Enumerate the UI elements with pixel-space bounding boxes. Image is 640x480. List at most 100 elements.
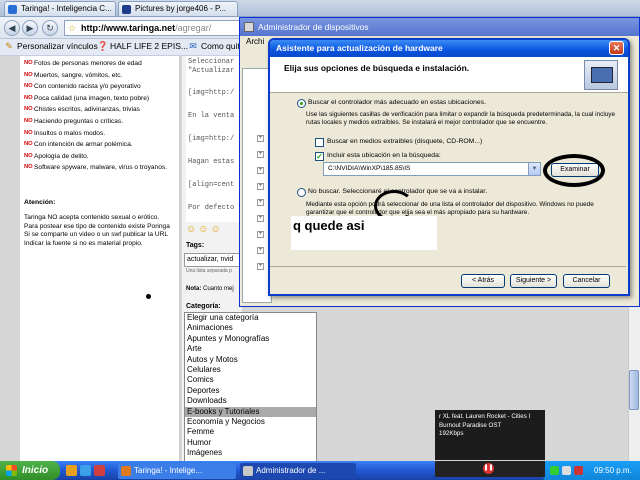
rule-item: Apología de delito.	[24, 151, 174, 163]
category-option[interactable]: Humor	[185, 438, 316, 448]
address-bar[interactable]: ☆ http://www.taringa.net/agregar/	[64, 20, 244, 36]
category-option[interactable]: Downloads	[185, 396, 316, 406]
media-player-popup: r XL feat. Lauren Rocket - Cities I Burn…	[435, 410, 545, 460]
category-option[interactable]: Arte	[185, 344, 316, 354]
category-option[interactable]: Animaciones	[185, 323, 316, 333]
device-manager-icon	[243, 466, 253, 476]
tree-expand-icon[interactable]: +	[257, 247, 264, 254]
removable-media-label[interactable]: Buscar en medios extraíbles (disquete, C…	[327, 138, 482, 145]
taskbar-button-devmgr[interactable]: Administrador de ...	[240, 463, 356, 479]
network-icon[interactable]	[550, 466, 559, 475]
category-option[interactable]: Celulares	[185, 365, 316, 375]
system-tray: 09:50 p.m.	[543, 461, 640, 480]
tree-expand-icon[interactable]: +	[257, 199, 264, 206]
forward-icon[interactable]: ▶	[22, 20, 38, 36]
nosearch-radio[interactable]	[297, 188, 306, 197]
star-icon[interactable]: ☆	[68, 21, 76, 35]
policy-line: Si se comparte un video o un swf publica…	[24, 231, 169, 239]
bookmark-personalizar[interactable]: ✎ Personalizar vínculos	[4, 41, 98, 51]
category-option[interactable]: Elegir una categoría	[185, 313, 316, 323]
photobucket-icon	[122, 5, 131, 14]
rules-sidebar: Fotos de personas menores de edad Muerto…	[20, 56, 180, 461]
tags-label: Tags:	[186, 242, 205, 249]
bookmark-half-life[interactable]: ❓ HALF LIFE 2 EPIS...	[97, 41, 188, 51]
editor-line: Seleccionar	[188, 58, 235, 66]
device-manager-titlebar: Administrador de dispositivos	[240, 18, 639, 36]
close-icon[interactable]: ✕	[609, 41, 624, 55]
bookmark-como-quit[interactable]: ✉ Como quit	[188, 41, 240, 51]
firefox-icon[interactable]	[66, 465, 77, 476]
category-option[interactable]: Imágenes	[185, 448, 316, 458]
security-icon[interactable]	[574, 466, 583, 475]
search-option-label[interactable]: Buscar el controlador más adecuado en es…	[308, 99, 486, 106]
nosearch-option-desc: Mediante esta opción podrá seleccionar d…	[306, 201, 594, 217]
wizard-title: Asistente para actualización de hardware	[270, 40, 628, 57]
removable-media-checkbox[interactable]	[315, 138, 324, 147]
tab-photobucket[interactable]: Pictures by jorge406 - P...	[118, 1, 238, 16]
taskbar-button-label: Administrador de ...	[256, 466, 326, 475]
tree-expand-icon[interactable]: +	[257, 231, 264, 238]
media-icon[interactable]	[94, 465, 105, 476]
editor-line: En la venta	[188, 112, 235, 120]
pause-icon[interactable]: ❚❚	[483, 463, 494, 474]
atencion-title: Atención:	[24, 199, 56, 206]
cancel-button[interactable]: Cancelar	[563, 274, 610, 288]
start-label: Inicio	[22, 465, 49, 476]
policy-line: Taringa NO acepta contenido sexual o eró…	[24, 214, 160, 221]
track-title: r XL feat. Lauren Rocket - Cities I	[439, 413, 531, 420]
rule-item: Muertos, sangre, vómitos, etc.	[24, 70, 174, 82]
nota-label: Nota:	[186, 286, 202, 292]
mouse-dot	[146, 294, 151, 299]
categoria-listbox[interactable]: Elegir una categoría Animaciones Apuntes…	[184, 312, 317, 462]
category-option[interactable]: Deportes	[185, 386, 316, 396]
device-manager-menu[interactable]: Archi	[240, 37, 264, 46]
category-option-selected[interactable]: E-books y Tutoriales	[185, 406, 316, 417]
wizard-heading: Elija sus opciones de búsqueda e instala…	[284, 63, 470, 73]
editor-line: Por defecto	[188, 204, 235, 212]
start-button[interactable]: Inicio	[0, 461, 60, 480]
back-button[interactable]: < Atrás	[461, 274, 505, 288]
next-button[interactable]: Siguiente >	[510, 274, 557, 288]
tree-expand-icon[interactable]: +	[257, 151, 264, 158]
tags-input[interactable]: actualizar, nvid	[184, 253, 240, 267]
rule-item: Software spyware, malware, virus o troya…	[24, 162, 174, 174]
category-option[interactable]: Femme	[185, 427, 316, 437]
firefox-icon	[121, 466, 131, 476]
post-body-editor[interactable]: Seleccionar "Actualizar [img=http:/ En l…	[186, 56, 242, 222]
tree-expand-icon[interactable]: +	[257, 215, 264, 222]
category-option[interactable]: Autos y Motos	[185, 355, 316, 365]
smiley-icon[interactable]: ☺	[186, 224, 198, 235]
emoticon-bar[interactable]: ☺☺☺	[186, 224, 223, 235]
taskbar-button-taringa[interactable]: Taringa! - Intelige...	[118, 463, 236, 479]
include-location-checkbox[interactable]: ✓	[315, 152, 324, 161]
tab-label: Taringa! - Inteligencia C...	[21, 4, 112, 13]
rule-item: Fotos de personas menores de edad	[24, 58, 174, 70]
category-option[interactable]: Apuntes y Monografías	[185, 334, 316, 344]
search-radio[interactable]	[297, 99, 306, 108]
track-album: Burnout Paradise OST	[439, 421, 502, 429]
tree-expand-icon[interactable]: +	[257, 183, 264, 190]
page-scrollbar-thumb[interactable]	[629, 370, 639, 410]
category-option[interactable]: Economía y Negocios	[185, 417, 316, 427]
desktop-icon[interactable]	[80, 465, 91, 476]
chevron-down-icon[interactable]: ▼	[528, 163, 540, 175]
policy-text: Taringa NO acepta contenido sexual o eró…	[24, 214, 176, 248]
taskbar-button-label: Taringa! - Intelige...	[134, 466, 203, 475]
include-location-label[interactable]: Incluir esta ubicación en la búsqueda:	[327, 152, 441, 159]
smiley-icon[interactable]: ☺	[210, 224, 222, 235]
category-option[interactable]: Comics	[185, 375, 316, 385]
windows-logo-icon	[6, 465, 17, 476]
back-icon[interactable]: ◀	[4, 20, 20, 36]
help-icon: ❓	[97, 41, 109, 51]
smiley-icon[interactable]: ☺	[198, 224, 210, 235]
tab-taringa[interactable]: Taringa! - Inteligencia C...	[4, 1, 116, 16]
categoria-label: Categoría:	[186, 303, 221, 310]
reload-icon[interactable]: ↻	[42, 20, 58, 36]
rule-item: Con intención de armar polémica.	[24, 139, 174, 151]
tree-expand-icon[interactable]: +	[257, 135, 264, 142]
tree-expand-icon[interactable]: +	[257, 263, 264, 270]
editor-line: Hagan estas	[188, 158, 235, 166]
location-combobox[interactable]: C:\NVIDIA\WinXP\185.85\IS ▼	[323, 162, 541, 176]
tree-expand-icon[interactable]: +	[257, 167, 264, 174]
volume-icon[interactable]	[562, 466, 571, 475]
